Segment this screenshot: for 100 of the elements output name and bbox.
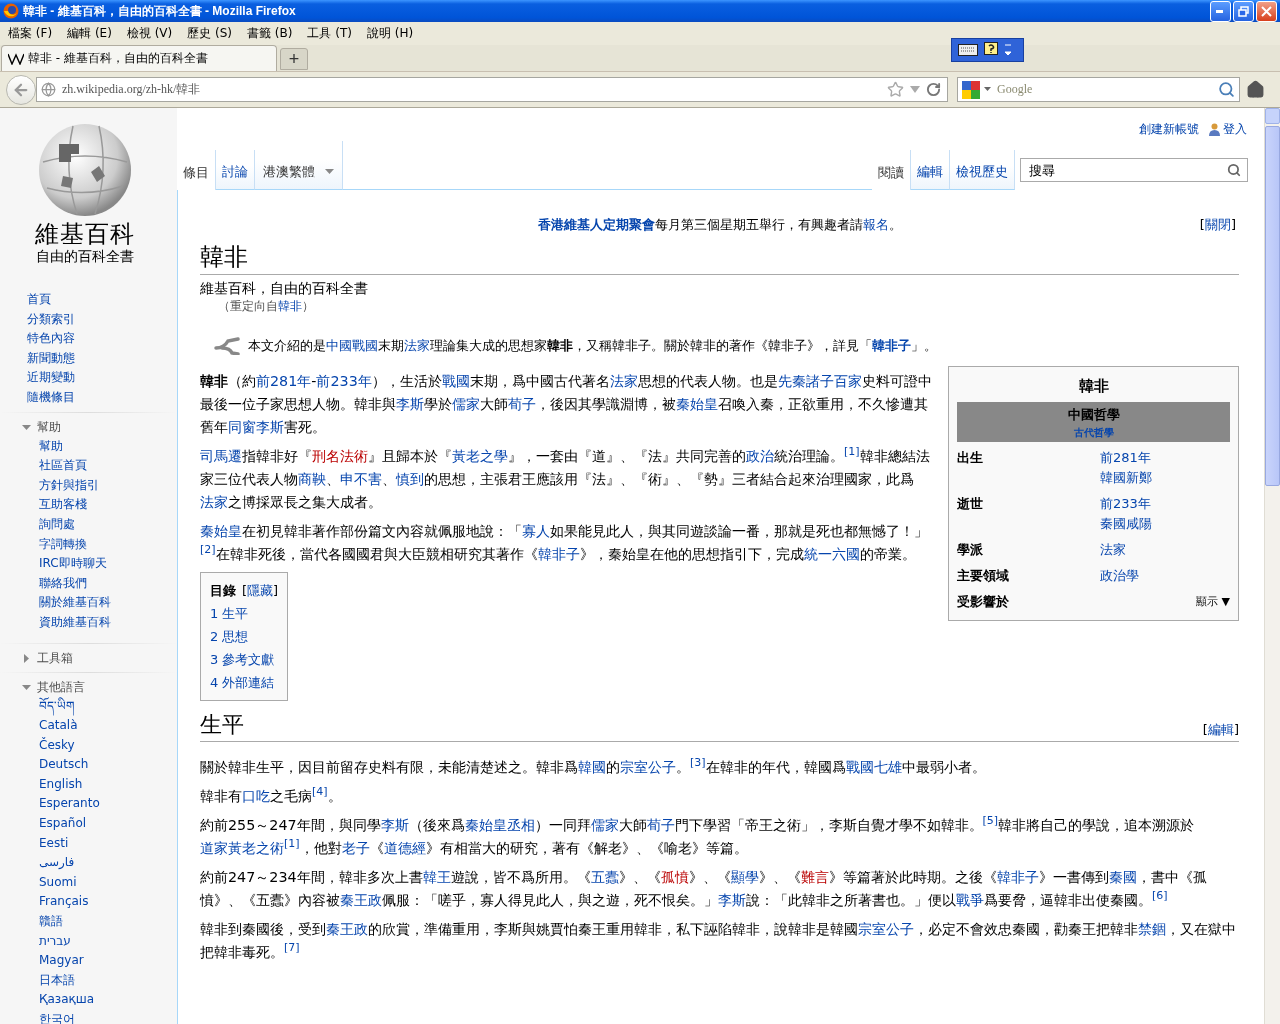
- link[interactable]: 韓非子: [537, 546, 580, 562]
- link[interactable]: 難言: [800, 869, 829, 885]
- menu-item[interactable]: 檔案 (F): [2, 25, 62, 42]
- sidebar-link[interactable]: 한국어: [39, 1010, 177, 1024]
- link[interactable]: 道德經: [383, 840, 426, 856]
- link[interactable]: 申不害: [340, 471, 382, 487]
- toc-link[interactable]: 1 生平: [210, 602, 279, 625]
- input-method-toolbar[interactable]: [951, 38, 1024, 62]
- browser-tab[interactable]: 韓非 - 維基百科，自由的百科全書: [1, 45, 277, 71]
- sidebar-link[interactable]: Suomi: [39, 872, 177, 893]
- link[interactable]: 韓非: [278, 299, 302, 313]
- reference-link[interactable]: [7]: [284, 941, 300, 955]
- close-button[interactable]: [1256, 0, 1277, 22]
- reference-link[interactable]: [1]: [284, 837, 300, 851]
- menu-item[interactable]: 工具 (T): [301, 25, 361, 42]
- bookmark-star-icon[interactable]: [887, 81, 904, 98]
- toc-link[interactable]: 2 思想: [210, 625, 279, 648]
- sidebar-link[interactable]: Česky: [39, 735, 177, 756]
- menu-item[interactable]: 書籤 (B): [241, 25, 302, 42]
- link[interactable]: 韓王: [422, 869, 451, 885]
- link[interactable]: 慎到: [396, 471, 424, 487]
- menu-item[interactable]: 編輯 (E): [61, 25, 121, 42]
- reference-link[interactable]: [6]: [1152, 889, 1168, 903]
- link[interactable]: 戰國七雄: [845, 759, 902, 775]
- link[interactable]: 秦王政: [340, 892, 382, 908]
- link[interactable]: 荀子: [508, 396, 536, 412]
- view-tab[interactable]: 編輯: [911, 150, 950, 190]
- link[interactable]: 顯學: [730, 869, 759, 885]
- sidebar-link[interactable]: 字詞轉換: [39, 534, 177, 555]
- link[interactable]: 政治: [746, 448, 774, 464]
- link[interactable]: 宗室公子: [858, 921, 914, 937]
- minimize-button[interactable]: [1210, 0, 1231, 22]
- sidebar-section-toggle[interactable]: 其他語言: [0, 677, 177, 697]
- dropdown-icon[interactable]: [984, 87, 991, 92]
- toc-link[interactable]: 3 參考文獻: [210, 648, 279, 671]
- reference-link[interactable]: [5]: [982, 814, 999, 828]
- link[interactable]: 秦王政: [326, 921, 368, 937]
- sidebar-link[interactable]: 詢問處: [39, 514, 177, 535]
- link[interactable]: 秦國: [1108, 869, 1137, 885]
- link[interactable]: 秦始皇丞相: [464, 817, 535, 833]
- options-icon[interactable]: [1004, 43, 1012, 57]
- sidebar-link[interactable]: 特色內容: [27, 329, 177, 349]
- sidebar-link[interactable]: Deutsch: [39, 755, 177, 775]
- link[interactable]: 統一六國: [803, 546, 860, 562]
- link[interactable]: 法家: [609, 373, 638, 389]
- link[interactable]: 先秦諸子百家: [777, 373, 862, 389]
- sidebar-link[interactable]: བོད་ཡིག: [39, 696, 177, 717]
- link[interactable]: 前233年: [1100, 494, 1230, 514]
- sidebar-link[interactable]: 近期變動: [27, 368, 177, 388]
- link[interactable]: 法家: [200, 494, 228, 510]
- link[interactable]: 秦國咸陽: [1100, 514, 1230, 534]
- sidebar-link[interactable]: 幫助: [39, 436, 177, 457]
- help-icon[interactable]: [984, 42, 998, 58]
- link[interactable]: 韓國新鄭: [1100, 468, 1230, 488]
- link[interactable]: 同窗李斯: [228, 419, 284, 435]
- menu-item[interactable]: 歷史 (S): [181, 25, 242, 42]
- link[interactable]: 儒家: [452, 396, 480, 412]
- sidebar-link[interactable]: 聯絡我們: [39, 573, 177, 594]
- link[interactable]: 老子: [341, 840, 370, 856]
- link[interactable]: 前281年: [256, 373, 312, 389]
- sidebar-link[interactable]: Esperanto: [39, 794, 177, 815]
- reference-link[interactable]: [2]: [200, 543, 216, 557]
- link[interactable]: 孤憤: [660, 869, 689, 885]
- sidebar-link[interactable]: 隨機條目: [27, 387, 177, 408]
- link[interactable]: 韓國: [578, 759, 606, 775]
- link[interactable]: 報名: [862, 216, 889, 232]
- link[interactable]: 韓非子: [872, 338, 911, 353]
- search-field[interactable]: Google: [957, 77, 1240, 102]
- sidebar-link[interactable]: Eesti: [39, 833, 177, 854]
- show-toggle[interactable]: 顯示 ▼: [1196, 592, 1230, 612]
- sidebar-link[interactable]: 方針與指引: [39, 475, 177, 496]
- link[interactable]: 商鞅: [298, 471, 326, 487]
- sidebar-link[interactable]: Magyar: [39, 951, 177, 971]
- link[interactable]: 政治學: [1100, 566, 1230, 586]
- link[interactable]: 關閉: [1204, 216, 1231, 232]
- restore-button[interactable]: [1233, 0, 1254, 22]
- home-icon[interactable]: [1246, 80, 1265, 99]
- search-icon[interactable]: [1218, 81, 1235, 98]
- link[interactable]: 前233年: [316, 373, 372, 389]
- keyboard-icon[interactable]: [958, 44, 978, 56]
- reference-link[interactable]: [3]: [690, 756, 706, 770]
- address-bar[interactable]: zh.wikipedia.org/zh-hk/韓非: [36, 77, 948, 102]
- link[interactable]: 編輯: [1207, 722, 1234, 737]
- link[interactable]: 法家: [404, 338, 430, 353]
- sidebar-link[interactable]: 資助維基百科: [39, 612, 177, 633]
- toc-link[interactable]: 4 外部連結: [210, 671, 279, 694]
- sidebar-link[interactable]: IRC即時聊天: [39, 554, 177, 574]
- login-link[interactable]: 登入: [1209, 118, 1247, 141]
- back-button[interactable]: [6, 74, 36, 105]
- wiki-search-field[interactable]: 搜尋: [1020, 158, 1248, 182]
- sidebar-link[interactable]: Español: [39, 814, 177, 834]
- link[interactable]: 宗室公子: [620, 759, 676, 775]
- new-tab-button[interactable]: +: [280, 48, 308, 70]
- link[interactable]: 禁錮: [1138, 921, 1166, 937]
- link[interactable]: 黃老之學: [452, 448, 508, 464]
- link[interactable]: 刑名法術: [312, 448, 368, 464]
- link[interactable]: 李斯: [380, 817, 409, 833]
- link[interactable]: 戰國: [441, 373, 470, 389]
- sidebar-link[interactable]: English: [39, 774, 177, 795]
- link[interactable]: 秦始皇: [676, 396, 718, 412]
